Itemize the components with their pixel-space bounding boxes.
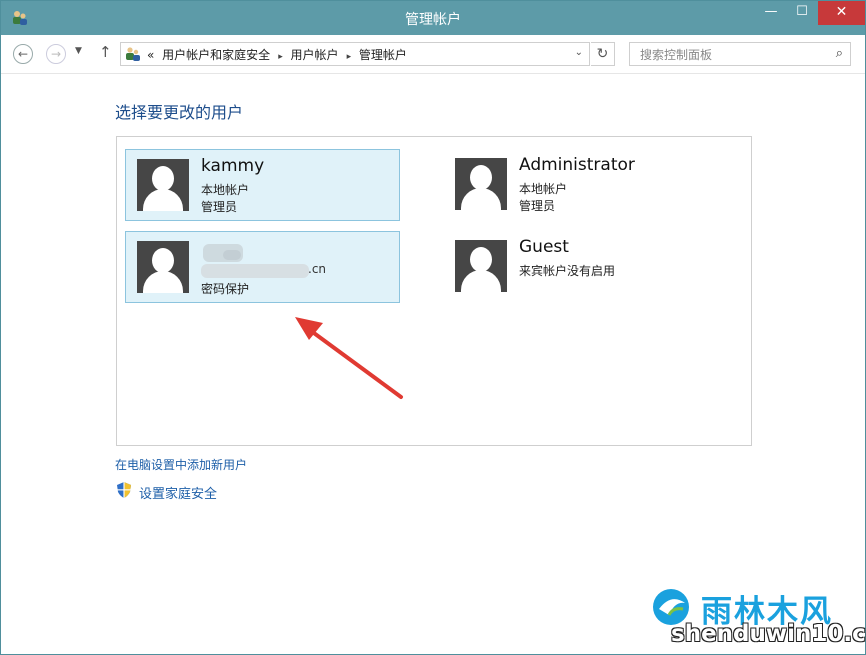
breadcrumb-overflow[interactable]: « [147, 48, 154, 62]
manage-accounts-window: 管理帐户 — ☐ ✕ ← → ▼ ↑ « 用户帐户和家庭安全 ▸ 用户帐户 ▸ 管理… [0, 0, 866, 655]
maximize-button[interactable]: ☐ [786, 1, 818, 25]
title-bar: 管理帐户 — ☐ ✕ [1, 1, 865, 35]
navigation-bar: ← → ▼ ↑ « 用户帐户和家庭安全 ▸ 用户帐户 ▸ 管理帐户 ⌄ ↻ ⌕ [1, 35, 865, 74]
back-button[interactable]: ← [13, 44, 33, 64]
forward-button[interactable]: → [46, 44, 66, 64]
chevron-down-icon[interactable]: ⌄ [575, 47, 583, 58]
breadcrumb: « 用户帐户和家庭安全 ▸ 用户帐户 ▸ 管理帐户 [147, 46, 411, 63]
accounts-panel: kammy 本地帐户 管理员 .cn 密码保护 Administrator 本地… [116, 136, 752, 446]
chevron-right-icon[interactable]: ▸ [347, 52, 352, 62]
arrow-annotation [295, 317, 403, 399]
search-box[interactable]: ⌕ [629, 42, 851, 67]
add-user-link[interactable]: 在电脑设置中添加新用户 [115, 456, 247, 473]
watermark-url: shenduwin10.com [671, 621, 866, 647]
search-icon[interactable]: ⌕ [836, 46, 843, 61]
address-bar[interactable]: « 用户帐户和家庭安全 ▸ 用户帐户 ▸ 管理帐户 ⌄ [120, 42, 590, 66]
search-input[interactable] [630, 43, 832, 67]
refresh-button[interactable]: ↻ [591, 42, 615, 66]
minimize-button[interactable]: — [756, 1, 786, 25]
family-safety-link[interactable]: 设置家庭安全 [139, 483, 217, 502]
window-title: 管理帐户 [405, 12, 461, 28]
shield-icon [117, 482, 131, 498]
watermark: 雨林木风 shenduwin10.com [649, 585, 866, 651]
chevron-right-icon[interactable]: ▸ [278, 52, 283, 62]
control-panel-icon [126, 47, 140, 61]
breadcrumb-item-user-accounts[interactable]: 用户帐户 [291, 48, 339, 62]
close-button[interactable]: ✕ [818, 1, 865, 25]
recent-locations-dropdown-icon[interactable]: ▼ [75, 46, 82, 56]
breadcrumb-item-manage-accounts[interactable]: 管理帐户 [359, 48, 407, 62]
page-title: 选择要更改的用户 [115, 103, 244, 122]
up-button[interactable]: ↑ [99, 43, 112, 61]
breadcrumb-item-family-safety[interactable]: 用户帐户和家庭安全 [162, 48, 270, 62]
